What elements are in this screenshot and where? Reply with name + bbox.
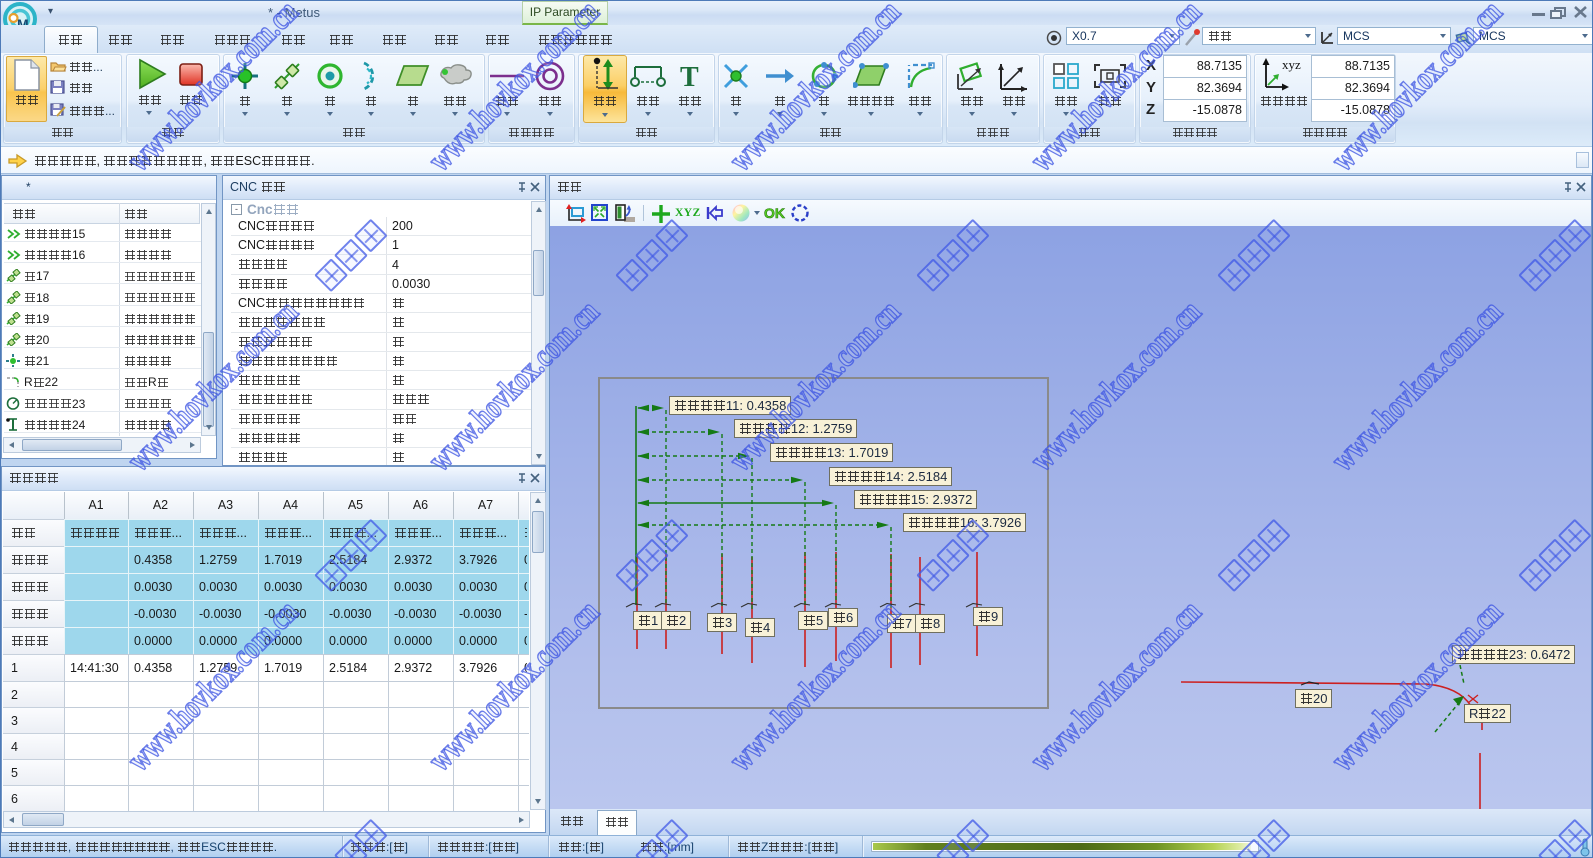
svg-text:xyz: xyz [1282, 57, 1301, 72]
svg-text:T: T [680, 62, 699, 91]
